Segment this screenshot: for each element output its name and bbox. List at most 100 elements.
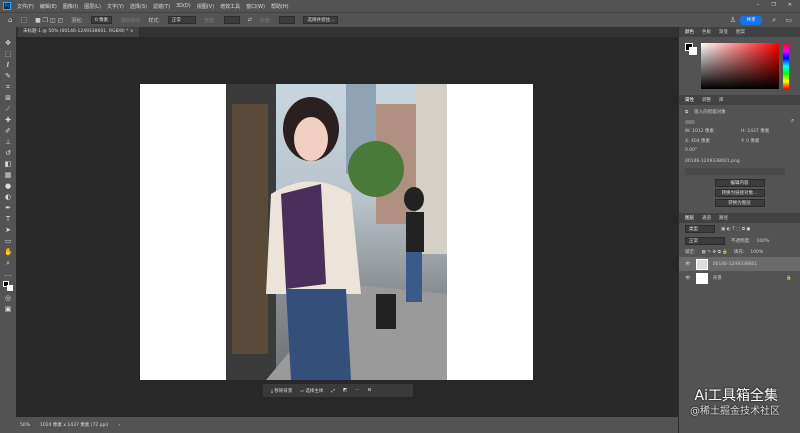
angle-value[interactable]: 0.00° xyxy=(685,148,697,153)
rectangle-tool-icon[interactable]: ▭ xyxy=(4,237,12,245)
visibility-eye-icon[interactable]: 👁 xyxy=(685,276,691,281)
hand-tool-icon[interactable]: ✋ xyxy=(4,248,13,256)
screen-mode-icon[interactable]: ▣ xyxy=(4,305,12,313)
menu-view[interactable]: 视图(V) xyxy=(197,3,214,10)
menu-3d[interactable]: 3D(D) xyxy=(176,3,191,9)
color-swatches[interactable] xyxy=(3,281,13,291)
blur-tool-icon[interactable]: ● xyxy=(4,182,12,190)
saturation-field[interactable] xyxy=(701,43,779,89)
lasso-tool-icon[interactable]: ℓ xyxy=(4,61,12,69)
placed-image[interactable] xyxy=(226,84,447,380)
width-value[interactable]: W: 1012 像素 xyxy=(685,128,735,134)
menu-edit[interactable]: 编辑(E) xyxy=(40,3,57,10)
select-subject-button[interactable]: ▱ 选择主体 xyxy=(300,388,323,394)
tab-patterns[interactable]: 图案 xyxy=(736,29,745,35)
lock-label: 锁定: xyxy=(685,250,696,255)
type-tool-icon[interactable]: T xyxy=(4,215,12,223)
height-value[interactable]: H: 1437 像素 xyxy=(741,128,769,134)
dodge-tool-icon[interactable]: ◐ xyxy=(4,193,12,201)
layer-comp-select[interactable] xyxy=(685,168,785,175)
visibility-eye-icon[interactable]: 👁 xyxy=(685,262,691,267)
maximize-icon[interactable]: ❐ xyxy=(771,2,775,8)
layer-filter-select[interactable]: 类型 xyxy=(685,225,715,233)
menu-help[interactable]: 帮助(H) xyxy=(271,3,289,10)
home-icon[interactable]: ⌂ xyxy=(8,16,12,24)
feather-input[interactable]: 0 像素 xyxy=(90,16,113,24)
pen-tool-icon[interactable]: ✒ xyxy=(4,204,12,212)
crop-tool-icon[interactable]: ⌗ xyxy=(4,83,12,91)
color-swatch-bg[interactable] xyxy=(689,47,697,55)
menu-image[interactable]: 图像(I) xyxy=(63,3,78,10)
menu-select[interactable]: 选择(S) xyxy=(130,3,147,10)
zoom-tool-icon[interactable]: ⌕ xyxy=(4,259,12,267)
layer-row[interactable]: 👁 00146-1249338601 xyxy=(679,257,800,271)
edit-contents-button[interactable]: 编辑内容 xyxy=(714,179,765,187)
height-input[interactable] xyxy=(279,16,296,24)
style-select[interactable]: 正常 xyxy=(167,16,196,24)
marquee-tool-icon[interactable]: ⬚ xyxy=(20,16,27,24)
marquee-tool-icon[interactable]: ⬚ xyxy=(4,50,12,58)
tab-properties[interactable]: 属性 xyxy=(685,97,694,103)
swap-icon[interactable]: ⇄ xyxy=(248,17,252,23)
transform-icon[interactable]: ⤢ xyxy=(331,388,335,394)
convert-to-linked-button[interactable]: 转换为链接对象... xyxy=(714,189,765,197)
menu-file[interactable]: 文件(F) xyxy=(17,3,34,10)
tab-color[interactable]: 颜色 xyxy=(685,29,694,35)
document-tab[interactable]: 未标题-1 @ 50% (00146-1249338601, RGB/8) * … xyxy=(18,27,139,37)
layer-row[interactable]: 👁 背景 🔒 xyxy=(679,271,800,285)
brush-tool-icon[interactable]: ✐ xyxy=(4,127,12,135)
quick-select-icon[interactable]: ✎ xyxy=(4,72,12,80)
search-icon[interactable]: ⌕ xyxy=(772,16,776,25)
close-tab-icon[interactable]: × xyxy=(130,29,134,34)
path-select-icon[interactable]: ➤ xyxy=(4,226,12,234)
y-value[interactable]: Y: 0 像素 xyxy=(741,138,759,144)
healing-brush-icon[interactable]: ✚ xyxy=(4,116,12,124)
move-tool-icon[interactable]: ✥ xyxy=(4,39,12,47)
tab-libraries[interactable]: 库 xyxy=(719,97,724,103)
tab-channels[interactable]: 通道 xyxy=(702,215,711,221)
smart-object-icon: ⧉ xyxy=(685,110,689,115)
pin-icon[interactable]: ⊟ xyxy=(368,388,372,393)
lock-icons[interactable]: ▦ ✎ ✥ ⧉ 🔒 xyxy=(702,249,728,255)
layer-filter-icons[interactable]: ▣ ◐ T ⬚ ⧉ ● xyxy=(721,226,750,232)
stamp-tool-icon[interactable]: ⊥ xyxy=(4,138,12,146)
history-brush-icon[interactable]: ↺ xyxy=(4,149,12,157)
status-arrow-icon[interactable]: › xyxy=(118,423,120,428)
convert-to-layers-button[interactable]: 转换为图层 xyxy=(714,199,765,207)
more-options-icon[interactable]: ··· xyxy=(355,388,359,393)
remove-background-button[interactable]: ⤓ 移除背景 xyxy=(271,388,292,394)
tab-swatches[interactable]: 色板 xyxy=(702,29,711,35)
workspace-icon[interactable]: ▭ xyxy=(785,16,792,24)
antialias-checkbox[interactable]: 消除锯齿 xyxy=(120,17,140,24)
blend-mode-select[interactable]: 正常 xyxy=(685,237,725,245)
frame-tool-icon[interactable]: ⊠ xyxy=(4,94,12,102)
close-icon[interactable]: ✕ xyxy=(788,2,792,8)
menu-plugins[interactable]: 增效工具 xyxy=(220,3,240,10)
more-tools-icon[interactable]: … xyxy=(4,270,12,278)
opacity-input[interactable]: 100% xyxy=(757,239,770,244)
menu-layer[interactable]: 图层(L) xyxy=(84,3,101,10)
tab-layers[interactable]: 图层 xyxy=(685,215,694,221)
select-and-mask-button[interactable]: 选择并遮住... xyxy=(303,16,339,24)
learn-icon[interactable]: ♙ xyxy=(730,16,736,24)
tab-paths[interactable]: 路径 xyxy=(719,215,728,221)
eyedropper-icon[interactable]: ⟋ xyxy=(4,105,12,113)
zoom-level[interactable]: 50% xyxy=(20,423,30,428)
x-value[interactable]: X: 404 像素 xyxy=(685,138,735,144)
menu-type[interactable]: 文字(Y) xyxy=(107,3,124,10)
menu-window[interactable]: 窗口(W) xyxy=(246,3,265,10)
eraser-icon[interactable]: ◧ xyxy=(4,160,12,168)
gradient-tool-icon[interactable]: ▦ xyxy=(4,171,12,179)
selection-mode-icons[interactable]: ■ ❐ ◫ ◰ xyxy=(35,17,63,24)
minimize-icon[interactable]: – xyxy=(757,2,760,8)
tab-gradients[interactable]: 渐变 xyxy=(719,29,728,35)
mask-icon[interactable]: ◩ xyxy=(343,388,347,393)
width-input[interactable] xyxy=(223,16,240,24)
menu-filter[interactable]: 滤镜(T) xyxy=(153,3,170,10)
hue-slider[interactable] xyxy=(783,43,789,89)
reset-icon[interactable]: ↺ xyxy=(790,119,794,124)
share-button[interactable]: 共享 xyxy=(740,16,762,25)
tab-adjustments[interactable]: 调整 xyxy=(702,97,711,103)
quick-mask-icon[interactable]: ◎ xyxy=(4,294,12,302)
fill-input[interactable]: 100% xyxy=(750,250,763,255)
